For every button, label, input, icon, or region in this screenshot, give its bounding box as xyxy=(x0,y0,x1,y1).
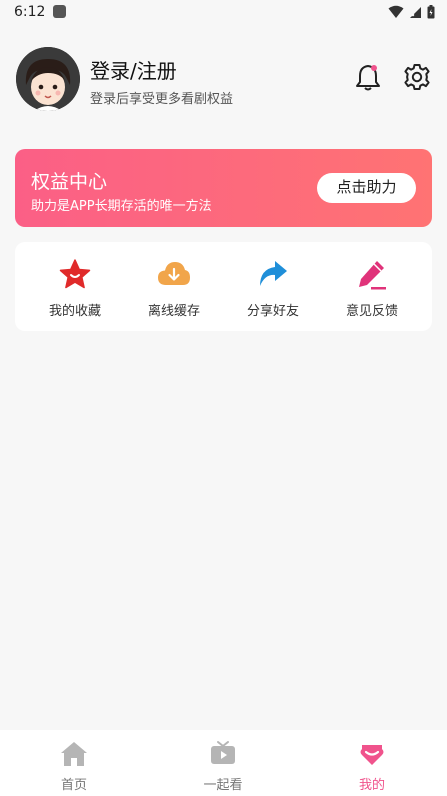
cellular-signal-icon xyxy=(410,6,421,18)
tab-mine[interactable]: 我的 xyxy=(322,740,422,793)
heart-tab-icon xyxy=(360,745,384,765)
boost-button[interactable]: 点击助力 xyxy=(317,173,416,203)
quick-action-label: 分享好友 xyxy=(246,304,299,319)
status-bar: 6:12 xyxy=(0,0,447,26)
bottom-nav: 首页 一起看 我的 xyxy=(0,730,447,796)
home-icon xyxy=(61,742,87,766)
share-friends-action[interactable]: 分享好友 xyxy=(223,258,323,322)
tab-label: 一起看 xyxy=(203,778,243,793)
login-subtitle: 登录后享受更多看剧权益 xyxy=(90,92,234,107)
cloud-download-icon xyxy=(158,262,190,285)
rights-center-banner[interactable]: 权益中心 助力是APP长期存活的唯一方法 点击助力 xyxy=(15,149,432,227)
feedback-action[interactable]: 意见反馈 xyxy=(322,258,422,322)
banner-subtitle: 助力是APP长期存活的唯一方法 xyxy=(31,199,212,214)
tab-label: 我的 xyxy=(358,778,385,793)
banner-title: 权益中心 xyxy=(31,171,108,193)
tv-play-icon xyxy=(211,741,235,764)
login-register-link[interactable]: 登录/注册 xyxy=(90,55,177,84)
wifi-icon xyxy=(388,5,404,18)
battery-icon xyxy=(427,5,435,19)
share-arrow-icon xyxy=(260,261,287,286)
notification-app-icon xyxy=(53,5,66,18)
tab-watch-together[interactable]: 一起看 xyxy=(173,740,273,793)
status-time: 6:12 xyxy=(14,4,46,20)
offline-cache-action[interactable]: 离线缓存 xyxy=(124,258,224,322)
quick-action-label: 意见反馈 xyxy=(345,304,398,319)
quick-action-label: 我的收藏 xyxy=(48,304,101,319)
status-icons xyxy=(388,5,435,19)
avatar-icon xyxy=(16,47,80,111)
star-icon xyxy=(59,259,91,289)
profile-header: 登录/注册 登录后享受更多看剧权益 xyxy=(16,47,436,113)
avatar[interactable] xyxy=(16,47,80,111)
pencil-icon xyxy=(359,261,386,290)
quick-action-label: 离线缓存 xyxy=(147,304,200,319)
quick-actions-card: 我的收藏 离线缓存 分享好友 意见反馈 xyxy=(15,242,432,331)
settings-gear-icon[interactable] xyxy=(403,63,431,91)
notification-bell-icon[interactable] xyxy=(355,63,381,91)
tab-label: 首页 xyxy=(60,778,87,793)
tab-home[interactable]: 首页 xyxy=(24,740,124,793)
favorites-action[interactable]: 我的收藏 xyxy=(25,258,125,322)
